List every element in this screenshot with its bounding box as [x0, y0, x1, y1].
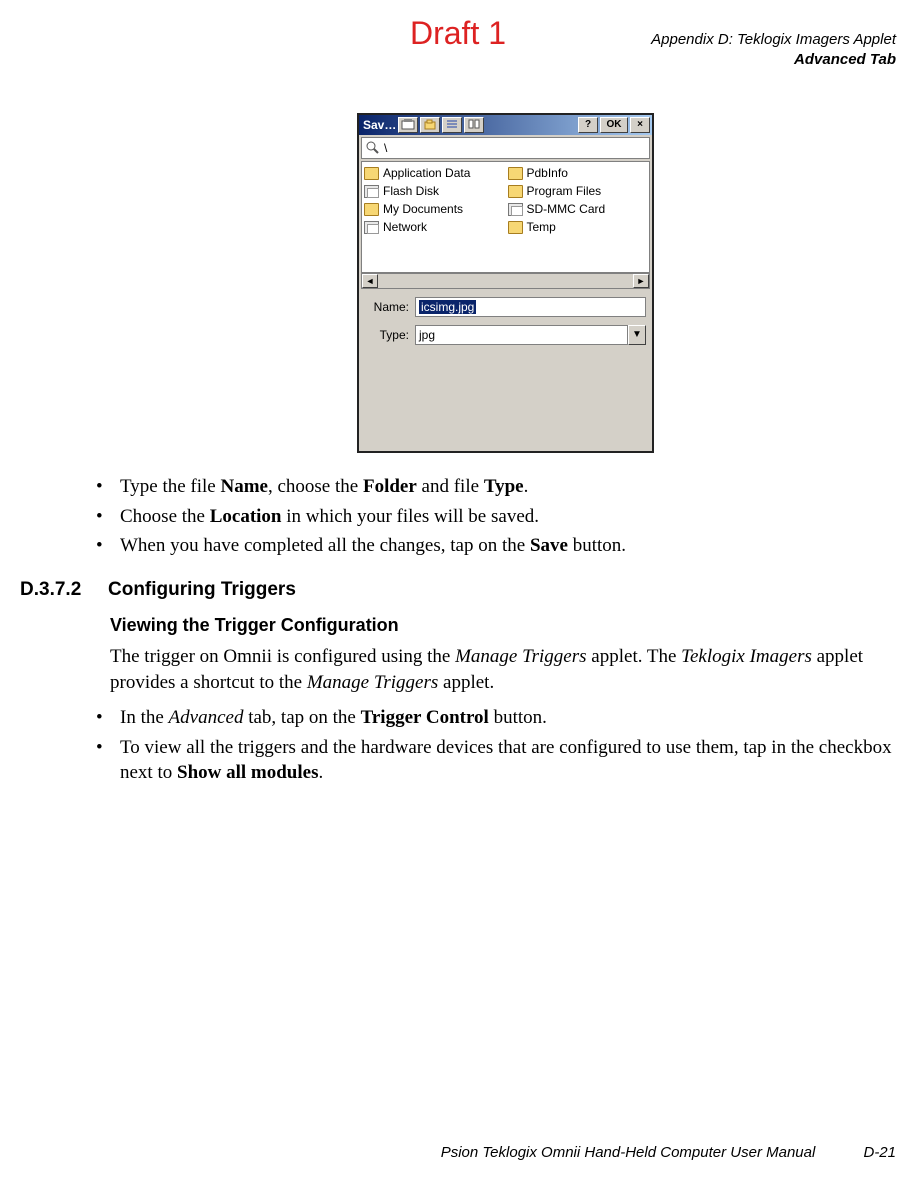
- section-number: D.3.7.2: [20, 579, 108, 601]
- page-body: Type the file Name, choose the Folder an…: [20, 470, 896, 790]
- close-button[interactable]: ×: [630, 117, 650, 133]
- path-text: \: [384, 141, 387, 155]
- header-tab: Advanced Tab: [651, 50, 896, 70]
- list-item-label: Network: [383, 220, 427, 234]
- dialog-title: Sav…: [361, 118, 396, 132]
- type-combo[interactable]: jpg ▼: [415, 325, 646, 345]
- list-item-label: Program Files: [527, 184, 602, 198]
- type-value: jpg: [419, 328, 435, 342]
- instruction-list-2: In the Advanced tab, tap on the Trigger …: [20, 705, 896, 786]
- list-item[interactable]: Application Data: [364, 164, 504, 182]
- folder-icon: [364, 203, 379, 216]
- scroll-left-button[interactable]: ◄: [362, 274, 378, 288]
- path-row: \: [361, 137, 650, 159]
- scroll-right-button[interactable]: ►: [633, 274, 649, 288]
- page-number: D-21: [863, 1144, 896, 1161]
- card-icon: [508, 203, 523, 216]
- list-item: In the Advanced tab, tap on the Trigger …: [120, 705, 896, 731]
- section-title: Configuring Triggers: [108, 579, 296, 600]
- list-item[interactable]: SD-MMC Card: [508, 200, 648, 218]
- disk-icon: [364, 185, 379, 198]
- folder-icon: [508, 167, 523, 180]
- list-item-label: Flash Disk: [383, 184, 439, 198]
- list-item-label: Application Data: [383, 166, 470, 180]
- page-footer: Psion Teklogix Omnii Hand-Held Computer …: [441, 1144, 896, 1161]
- name-field[interactable]: icsimg.jpg: [415, 297, 646, 317]
- name-label: Name:: [365, 300, 409, 314]
- paragraph: The trigger on Omnii is configured using…: [20, 644, 896, 695]
- draft-watermark: Draft 1: [410, 15, 506, 52]
- list-item[interactable]: Program Files: [508, 182, 648, 200]
- horizontal-scrollbar[interactable]: ◄ ►: [361, 273, 650, 289]
- network-icon: [364, 221, 379, 234]
- list-item: To view all the triggers and the hardwar…: [120, 735, 896, 786]
- list-item: Type the file Name, choose the Folder an…: [120, 474, 896, 500]
- titlebar-icon-button-2[interactable]: [420, 117, 440, 133]
- footer-text: Psion Teklogix Omnii Hand-Held Computer …: [441, 1144, 816, 1161]
- list-item[interactable]: Temp: [508, 218, 648, 236]
- folder-icon: [508, 221, 523, 234]
- list-item[interactable]: Flash Disk: [364, 182, 504, 200]
- list-item-label: My Documents: [383, 202, 463, 216]
- titlebar-icon-button-1[interactable]: [398, 117, 418, 133]
- name-value: icsimg.jpg: [419, 300, 476, 314]
- header-appendix: Appendix D: Teklogix Imagers Applet: [651, 30, 896, 50]
- titlebar-icon-button-4[interactable]: [464, 117, 484, 133]
- chevron-down-icon[interactable]: ▼: [628, 325, 646, 345]
- help-button[interactable]: ?: [578, 117, 598, 133]
- titlebar: Sav… ? OK ×: [359, 115, 652, 135]
- subsection-heading: Viewing the Trigger Configuration: [20, 615, 896, 636]
- file-list-pane[interactable]: Application Data Flash Disk My Documents…: [361, 161, 650, 273]
- folder-icon: [364, 167, 379, 180]
- type-label: Type:: [365, 328, 409, 342]
- page-header: Appendix D: Teklogix Imagers Applet Adva…: [651, 30, 896, 69]
- list-item: Choose the Location in which your files …: [120, 504, 896, 530]
- list-item-label: Temp: [527, 220, 556, 234]
- list-item[interactable]: Network: [364, 218, 504, 236]
- titlebar-icon-button-3[interactable]: [442, 117, 462, 133]
- list-item[interactable]: My Documents: [364, 200, 504, 218]
- folder-icon: [508, 185, 523, 198]
- ok-button[interactable]: OK: [600, 117, 628, 133]
- list-item[interactable]: PdbInfo: [508, 164, 648, 182]
- list-item-label: PdbInfo: [527, 166, 568, 180]
- section-heading: D.3.7.2Configuring Triggers: [20, 579, 896, 601]
- instruction-list-1: Type the file Name, choose the Folder an…: [20, 474, 896, 559]
- save-dialog: Sav… ? OK × \ Application Data Flash Dis…: [357, 113, 654, 453]
- magnifier-icon: [366, 141, 380, 155]
- list-item-label: SD-MMC Card: [527, 202, 606, 216]
- list-item: When you have completed all the changes,…: [120, 533, 896, 559]
